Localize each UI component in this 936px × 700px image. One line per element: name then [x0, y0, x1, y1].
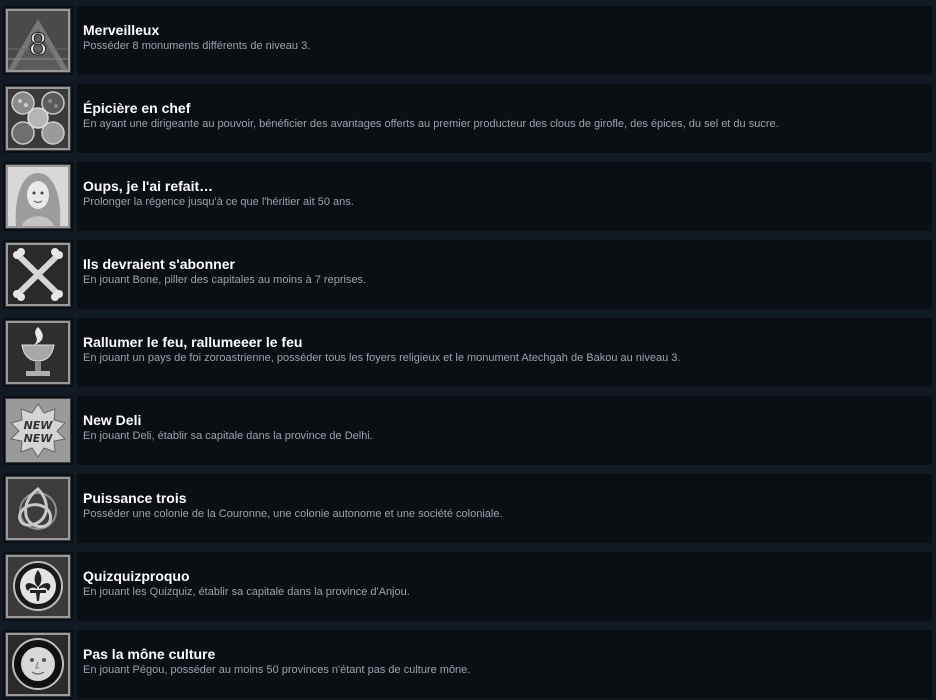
achievement-title: Puissance trois	[83, 490, 187, 506]
achievement-icon-frame: NEW NEW	[3, 396, 73, 465]
achievement-icon-frame: 8	[3, 6, 73, 75]
moon-face-icon	[5, 632, 71, 697]
svg-text:8: 8	[28, 28, 47, 63]
achievement-row: 8 Merveilleux Posséder 8 monuments diffé…	[0, 6, 936, 76]
achievement-title: Pas la mône culture	[83, 646, 216, 662]
crossed-bones-icon	[5, 242, 71, 307]
achievement-title: Oups, je l'ai refait…	[83, 178, 214, 194]
fleur-de-lis-icon	[5, 554, 71, 619]
fire-chalice-icon	[5, 320, 71, 385]
achievement-title: Merveilleux	[83, 22, 160, 38]
achievement-description: En jouant Pégou, posséder au moins 50 pr…	[83, 664, 471, 676]
achievement-panel: Merveilleux Posséder 8 monuments différe…	[77, 6, 932, 75]
achievement-panel: Ils devraient s'abonner En jouant Bone, …	[77, 240, 932, 309]
svg-text:NEW: NEW	[24, 419, 54, 432]
achievement-description: En jouant Bone, piller des capitales au …	[83, 274, 367, 286]
achievement-description: En jouant un pays de foi zoroastrienne, …	[83, 352, 681, 364]
triquetra-knot-icon	[5, 476, 71, 541]
achievement-description: Prolonger la régence jusqu'à ce que l'hé…	[83, 196, 354, 208]
achievement-icon-frame	[3, 474, 73, 543]
achievement-title: Quizquizproquo	[83, 568, 190, 584]
number-eight-pyramid-icon: 8	[5, 8, 71, 73]
achievement-row: Oups, je l'ai refait… Prolonger la régen…	[0, 162, 936, 232]
achievement-row: Ils devraient s'abonner En jouant Bone, …	[0, 240, 936, 310]
achievement-panel: Quizquizproquo En jouant les Quizquiz, é…	[77, 552, 932, 621]
achievement-icon-frame	[3, 318, 73, 387]
achievement-title: Ils devraient s'abonner	[83, 256, 235, 272]
achievement-panel: Épicière en chef En ayant une dirigeante…	[77, 84, 932, 153]
achievement-description: En ayant une dirigeante au pouvoir, béné…	[83, 118, 779, 130]
achievement-description: En jouant Deli, établir sa capitale dans…	[83, 430, 373, 442]
spice-bowls-icon	[5, 86, 71, 151]
achievement-icon-frame	[3, 240, 73, 309]
achievement-title: New Deli	[83, 412, 142, 428]
achievement-icon-frame	[3, 162, 73, 231]
achievement-panel: Puissance trois Posséder une colonie de …	[77, 474, 932, 543]
achievement-icon-frame	[3, 84, 73, 153]
achievement-list: 8 Merveilleux Posséder 8 monuments diffé…	[0, 0, 936, 700]
achievement-row: Épicière en chef En ayant une dirigeante…	[0, 84, 936, 154]
achievement-row: Rallumer le feu, rallumeeer le feu En jo…	[0, 318, 936, 388]
woman-portrait-icon	[5, 164, 71, 229]
achievement-panel: Rallumer le feu, rallumeeer le feu En jo…	[77, 318, 932, 387]
new-new-badge-icon: NEW NEW	[5, 398, 71, 463]
achievement-description: Posséder 8 monuments différents de nivea…	[83, 40, 311, 52]
achievement-panel: Oups, je l'ai refait… Prolonger la régen…	[77, 162, 932, 231]
achievement-icon-frame	[3, 552, 73, 621]
achievement-title: Rallumer le feu, rallumeeer le feu	[83, 334, 303, 350]
achievement-icon-frame	[3, 630, 73, 699]
achievement-row: Pas la mône culture En jouant Pégou, pos…	[0, 630, 936, 700]
achievement-description: Posséder une colonie de la Couronne, une…	[83, 508, 503, 520]
achievement-row: Quizquizproquo En jouant les Quizquiz, é…	[0, 552, 936, 622]
achievement-panel: New Deli En jouant Deli, établir sa capi…	[77, 396, 932, 465]
achievement-panel: Pas la mône culture En jouant Pégou, pos…	[77, 630, 932, 699]
achievement-row: Puissance trois Posséder une colonie de …	[0, 474, 936, 544]
achievement-description: En jouant les Quizquiz, établir sa capit…	[83, 586, 410, 598]
svg-text:NEW: NEW	[24, 432, 54, 445]
achievement-title: Épicière en chef	[83, 100, 191, 116]
achievement-row: NEW NEW New Deli En jouant Deli, établir…	[0, 396, 936, 466]
